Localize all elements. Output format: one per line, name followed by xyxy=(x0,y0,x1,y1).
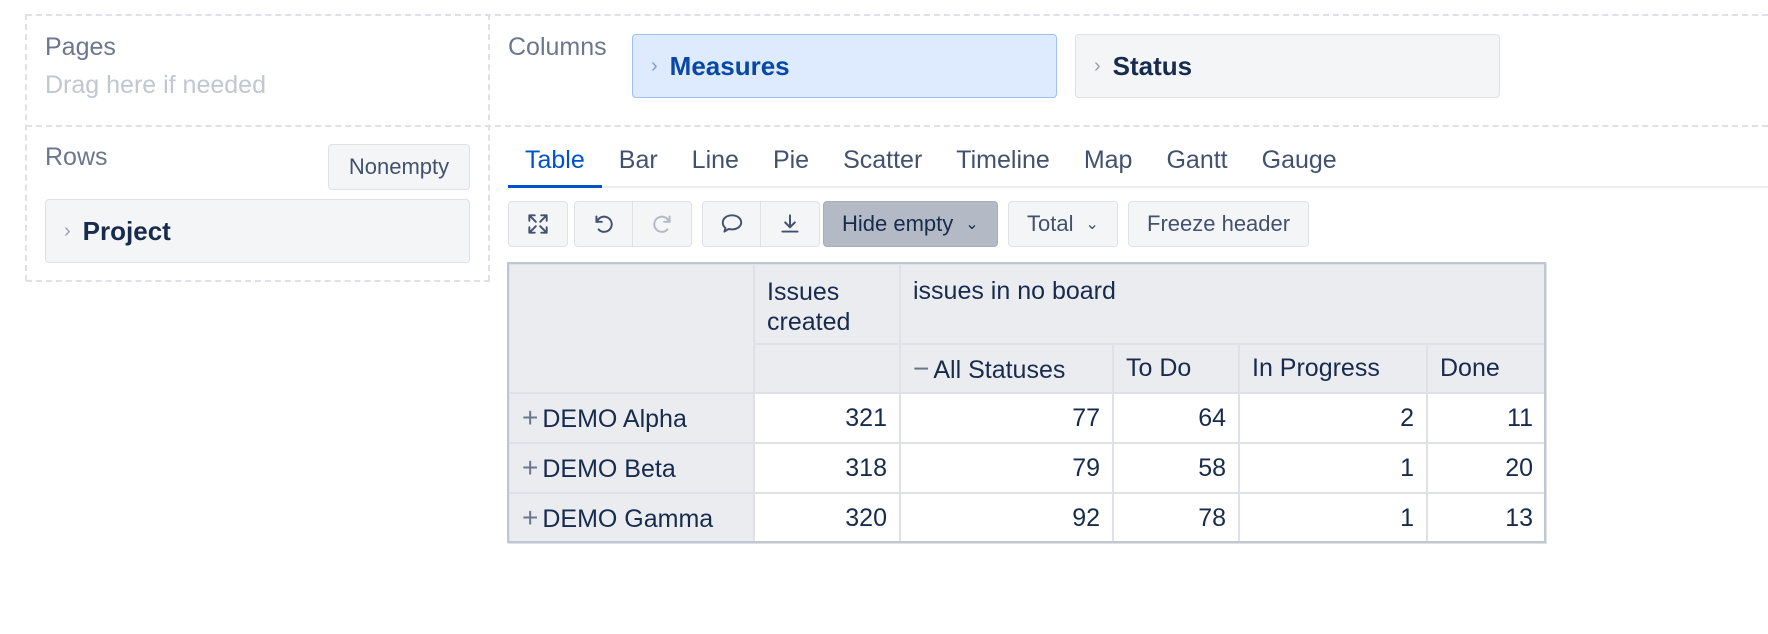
tab-map[interactable]: Map xyxy=(1067,140,1150,188)
dimension-label: Measures xyxy=(669,50,790,81)
board-header[interactable]: issues in no board xyxy=(899,263,1547,345)
cell-all-statuses[interactable]: 92 xyxy=(899,492,1114,544)
layout-divider-rows-bottom xyxy=(26,280,490,282)
fullscreen-group xyxy=(508,201,568,247)
cell-done[interactable]: 20 xyxy=(1426,442,1547,494)
chevron-right-icon[interactable]: › xyxy=(1094,55,1101,78)
layout-divider-left xyxy=(25,14,27,281)
status-header-todo[interactable]: To Do xyxy=(1112,343,1240,394)
export-icon[interactable] xyxy=(761,202,819,246)
tab-table[interactable]: Table xyxy=(508,140,602,188)
pivot-table: Issues created issues in no board − All S… xyxy=(508,263,1547,544)
row-label: DEMO Alpha xyxy=(542,405,687,433)
cell-issues-created[interactable]: 320 xyxy=(753,492,901,544)
nonempty-button[interactable]: Nonempty xyxy=(328,144,470,190)
columns-label: Columns xyxy=(508,33,607,61)
view-tabs: Table Bar Line Pie Scatter Timeline Map … xyxy=(508,140,1354,188)
expand-plus-icon[interactable]: + xyxy=(522,502,538,533)
undo-icon[interactable] xyxy=(575,202,633,246)
row-label: DEMO Beta xyxy=(542,455,676,483)
cell-done[interactable]: 13 xyxy=(1426,492,1547,544)
row-dimension-project[interactable]: › Project xyxy=(45,199,470,263)
corner-header xyxy=(508,263,755,394)
pages-drop-hint[interactable]: Drag here if needed xyxy=(45,71,266,100)
tab-scatter[interactable]: Scatter xyxy=(826,140,939,188)
dimension-label: Status xyxy=(1112,50,1193,81)
pages-label: Pages xyxy=(45,33,116,61)
row-header-demo-beta[interactable]: + DEMO Beta xyxy=(508,442,755,494)
row-label: DEMO Gamma xyxy=(542,505,714,533)
cell-to-do[interactable]: 78 xyxy=(1112,492,1240,544)
row-header-demo-gamma[interactable]: + DEMO Gamma xyxy=(508,492,755,544)
status-header-in-progress[interactable]: In Progress xyxy=(1238,343,1428,394)
expand-plus-icon[interactable]: + xyxy=(522,452,538,483)
history-group xyxy=(574,201,692,247)
redo-icon[interactable] xyxy=(633,202,691,246)
cell-in-progress[interactable]: 1 xyxy=(1238,492,1428,544)
total-label: Total xyxy=(1027,211,1074,236)
layout-divider-top xyxy=(26,14,1768,16)
tab-gauge[interactable]: Gauge xyxy=(1245,140,1354,188)
chevron-down-icon: ⌄ xyxy=(1085,216,1099,233)
status-header-done[interactable]: Done xyxy=(1426,343,1547,394)
expand-icon[interactable] xyxy=(509,202,567,246)
measure-subheader xyxy=(753,343,901,394)
tab-gantt[interactable]: Gantt xyxy=(1149,140,1244,188)
tab-line[interactable]: Line xyxy=(675,140,756,188)
share-group xyxy=(702,201,820,247)
table-row: + DEMO Gamma 320 92 78 1 13 xyxy=(508,492,1547,544)
freeze-header-button[interactable]: Freeze header xyxy=(1128,201,1310,247)
layout-divider-middle xyxy=(26,125,1768,127)
cell-all-statuses[interactable]: 79 xyxy=(899,442,1114,494)
cell-in-progress[interactable]: 1 xyxy=(1238,442,1428,494)
hide-empty-label: Hide empty xyxy=(842,211,954,236)
cell-to-do[interactable]: 58 xyxy=(1112,442,1240,494)
chevron-down-icon: ⌄ xyxy=(965,216,979,233)
chevron-right-icon[interactable]: › xyxy=(651,55,658,78)
column-dimension-measures[interactable]: › Measures xyxy=(632,34,1057,98)
cell-done[interactable]: 11 xyxy=(1426,392,1547,444)
hide-empty-dropdown[interactable]: Hide empty ⌄ xyxy=(823,201,998,247)
cell-all-statuses[interactable]: 77 xyxy=(899,392,1114,444)
measure-header[interactable]: Issues created xyxy=(753,263,901,345)
collapse-icon[interactable]: − xyxy=(913,353,929,384)
tab-timeline[interactable]: Timeline xyxy=(939,140,1067,188)
expand-plus-icon[interactable]: + xyxy=(522,402,538,433)
cell-to-do[interactable]: 64 xyxy=(1112,392,1240,444)
table-row: + DEMO Beta 318 79 58 1 20 xyxy=(508,442,1547,494)
chevron-right-icon[interactable]: › xyxy=(64,220,71,243)
cell-in-progress[interactable]: 2 xyxy=(1238,392,1428,444)
status-header-all[interactable]: − All Statuses xyxy=(899,343,1114,394)
comment-icon[interactable] xyxy=(703,202,761,246)
tab-bar[interactable]: Bar xyxy=(602,140,675,188)
dimension-label: Project xyxy=(82,215,171,246)
table-row: + DEMO Alpha 321 77 64 2 11 xyxy=(508,392,1547,444)
rows-label: Rows xyxy=(45,143,108,171)
column-dimension-status[interactable]: › Status xyxy=(1075,34,1500,98)
cell-issues-created[interactable]: 318 xyxy=(753,442,901,494)
freeze-header-label: Freeze header xyxy=(1147,211,1291,236)
layout-divider-center xyxy=(488,14,490,281)
status-header-label: All Statuses xyxy=(933,355,1066,384)
row-header-demo-alpha[interactable]: + DEMO Alpha xyxy=(508,392,755,444)
cell-issues-created[interactable]: 321 xyxy=(753,392,901,444)
total-dropdown[interactable]: Total ⌄ xyxy=(1008,201,1118,247)
tab-pie[interactable]: Pie xyxy=(756,140,826,188)
